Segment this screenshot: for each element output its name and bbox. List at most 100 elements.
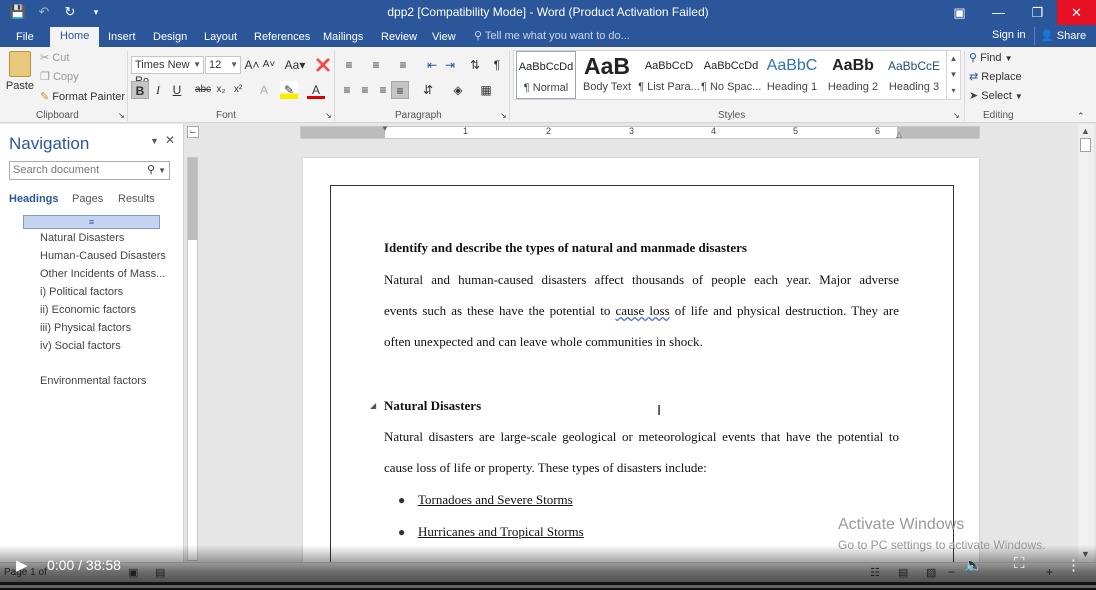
indent-marker-icon[interactable]: ▼ — [381, 124, 389, 133]
nav-heading-item[interactable]: iii) Physical factors — [40, 322, 131, 334]
format-painter-button[interactable]: ✎ Format Painter — [40, 90, 125, 103]
tab-design[interactable]: Design — [149, 28, 191, 47]
nav-tab-results[interactable]: Results — [118, 193, 155, 205]
more-options-icon[interactable]: ⋮ — [1066, 556, 1081, 574]
nav-heading-item[interactable]: iv) Social factors — [40, 340, 121, 352]
proofing-icon[interactable]: ▣ — [128, 566, 138, 579]
tab-review[interactable]: Review — [377, 28, 421, 47]
nav-tab-headings[interactable]: Headings — [9, 193, 59, 205]
right-indent-marker-icon[interactable]: △ — [896, 130, 902, 139]
font-color-icon[interactable]: A — [307, 81, 325, 99]
style-heading-3[interactable]: AaBbCcE Heading 3 — [884, 51, 944, 99]
style-list-paragraph[interactable]: AaBbCcD ¶ List Para... — [638, 51, 700, 99]
read-mode-icon[interactable]: ☷ — [870, 566, 880, 579]
macro-icon[interactable]: ▤ — [155, 566, 165, 579]
pane-options-icon[interactable]: ▼ — [150, 136, 159, 146]
play-icon[interactable]: ▶ — [16, 556, 28, 574]
multilevel-list-icon[interactable]: ≡ — [394, 56, 412, 74]
numbering-icon[interactable]: ≡ — [367, 56, 385, 74]
bullet-link[interactable]: Hurricanes and Tropical Storms — [418, 524, 584, 540]
style-body-text[interactable]: AaB Body Text — [577, 51, 637, 99]
nav-heading-item[interactable]: Natural Disasters — [40, 232, 124, 244]
sign-in-link[interactable]: Sign in — [992, 29, 1026, 41]
web-layout-icon[interactable]: ▨ — [926, 566, 936, 579]
tab-view[interactable]: View — [428, 28, 460, 47]
customize-qat-icon[interactable]: ▾ — [86, 2, 106, 22]
style-heading-2[interactable]: AaBb Heading 2 — [823, 51, 883, 99]
search-icon[interactable]: ⚲ — [147, 162, 155, 179]
tell-me-box[interactable]: ⚲ Tell me what you want to do... — [474, 29, 630, 42]
vertical-scrollbar[interactable]: ▲ ▼ — [1078, 124, 1094, 562]
align-right-icon[interactable]: ≡ — [374, 81, 392, 99]
tab-insert[interactable]: Insert — [104, 28, 140, 47]
tab-file[interactable]: File — [12, 28, 38, 47]
font-launcher-icon[interactable]: ↘ — [325, 111, 332, 120]
cut-button[interactable]: ✂ Cut — [40, 51, 69, 64]
font-name-combo[interactable]: Times New Ro▼ — [131, 56, 204, 87]
collapse-heading-icon[interactable]: ◢ — [370, 401, 376, 410]
superscript-button[interactable]: x² — [229, 81, 247, 99]
clear-formatting-icon[interactable]: ❌ — [314, 56, 332, 74]
change-case-icon[interactable]: Aa▾ — [283, 56, 307, 74]
minimize-button[interactable]: — — [979, 0, 1018, 25]
nav-tab-pages[interactable]: Pages — [72, 193, 103, 205]
line-spacing-icon[interactable]: ⇵ — [419, 81, 437, 99]
chevron-down-icon[interactable]: ▼ — [158, 162, 166, 179]
bullets-icon[interactable]: ≡ — [340, 56, 358, 74]
subscript-button[interactable]: x₂ — [212, 81, 230, 99]
bold-button[interactable]: B — [131, 81, 149, 99]
italic-button[interactable]: I — [149, 81, 167, 99]
nav-heading-item[interactable]: i) Political factors — [40, 286, 123, 298]
collapse-ribbon-icon[interactable]: ⌃ — [1077, 111, 1085, 122]
grow-font-icon[interactable]: A˄ — [243, 56, 261, 74]
bullet-link[interactable]: Tornadoes and Severe Storms — [418, 492, 573, 508]
document-page[interactable]: Identify and describe the types of natur… — [303, 158, 979, 565]
tab-home[interactable]: Home — [50, 27, 100, 47]
tab-mailings[interactable]: Mailings — [319, 28, 367, 47]
shrink-font-icon[interactable]: A˅ — [260, 56, 278, 74]
style-normal[interactable]: AaBbCcDd ¶ Normal — [516, 51, 576, 99]
show-formatting-icon[interactable]: ¶ — [488, 56, 506, 74]
clipboard-launcher-icon[interactable]: ↘ — [118, 111, 125, 120]
restore-button[interactable]: ❐ — [1018, 0, 1057, 25]
undo-icon[interactable]: ↶ — [34, 2, 54, 22]
fullscreen-icon[interactable]: ⛶ — [1014, 555, 1025, 572]
underline-button[interactable]: U — [168, 81, 186, 99]
style-heading-1[interactable]: AaBbC Heading 1 — [762, 51, 822, 99]
shading-icon[interactable]: ◈ — [449, 81, 467, 99]
scroll-up-icon[interactable]: ▲ — [1081, 126, 1090, 136]
align-center-icon[interactable]: ≡ — [356, 81, 374, 99]
increase-indent-icon[interactable]: ⇥ — [441, 56, 459, 74]
styles-launcher-icon[interactable]: ↘ — [953, 111, 960, 120]
styles-scroll[interactable]: ▲ ▼ ▾ — [946, 51, 960, 99]
search-document-input[interactable]: Search document ⚲ ▼ — [9, 161, 170, 180]
scroll-thumb[interactable] — [1080, 138, 1091, 152]
save-icon[interactable]: 💾 — [8, 2, 28, 22]
zoom-out-icon[interactable]: − — [948, 565, 955, 579]
print-layout-icon[interactable]: ▤ — [898, 566, 908, 579]
nav-heading-item[interactable]: Human-Caused Disasters — [40, 250, 166, 262]
align-left-icon[interactable]: ≡ — [338, 81, 356, 99]
font-size-combo[interactable]: 12 ▼ — [205, 56, 241, 74]
borders-icon[interactable]: ▦ — [477, 81, 495, 99]
decrease-indent-icon[interactable]: ⇤ — [423, 56, 441, 74]
nav-heading-item[interactable]: Environmental factors — [40, 375, 146, 387]
tab-references[interactable]: References — [250, 28, 314, 47]
tab-layout[interactable]: Layout — [200, 28, 241, 47]
copy-button[interactable]: ❐ Copy — [40, 70, 79, 83]
strikethrough-button[interactable]: abc — [194, 81, 212, 99]
scroll-down-icon[interactable]: ▼ — [1081, 549, 1090, 559]
selected-heading-bar[interactable]: ≡ — [23, 215, 160, 229]
video-progress-bar[interactable] — [0, 585, 1096, 588]
close-pane-icon[interactable]: ✕ — [165, 133, 175, 147]
nav-heading-item[interactable]: Other Incidents of Mass... — [40, 268, 165, 280]
paste-button[interactable]: Paste — [5, 51, 35, 92]
zoom-in-icon[interactable]: + — [1046, 565, 1053, 579]
sort-icon[interactable]: ⇅ — [466, 56, 484, 74]
paragraph-launcher-icon[interactable]: ↘ — [500, 111, 507, 120]
text-effects-icon[interactable]: A — [255, 81, 273, 99]
volume-icon[interactable]: 🔈 — [964, 556, 983, 574]
replace-button[interactable]: ⇄ Replace — [969, 70, 1022, 83]
share-button[interactable]: 👤 Share — [1034, 27, 1091, 45]
find-button[interactable]: ⚲ Find ▼ — [969, 51, 1013, 64]
